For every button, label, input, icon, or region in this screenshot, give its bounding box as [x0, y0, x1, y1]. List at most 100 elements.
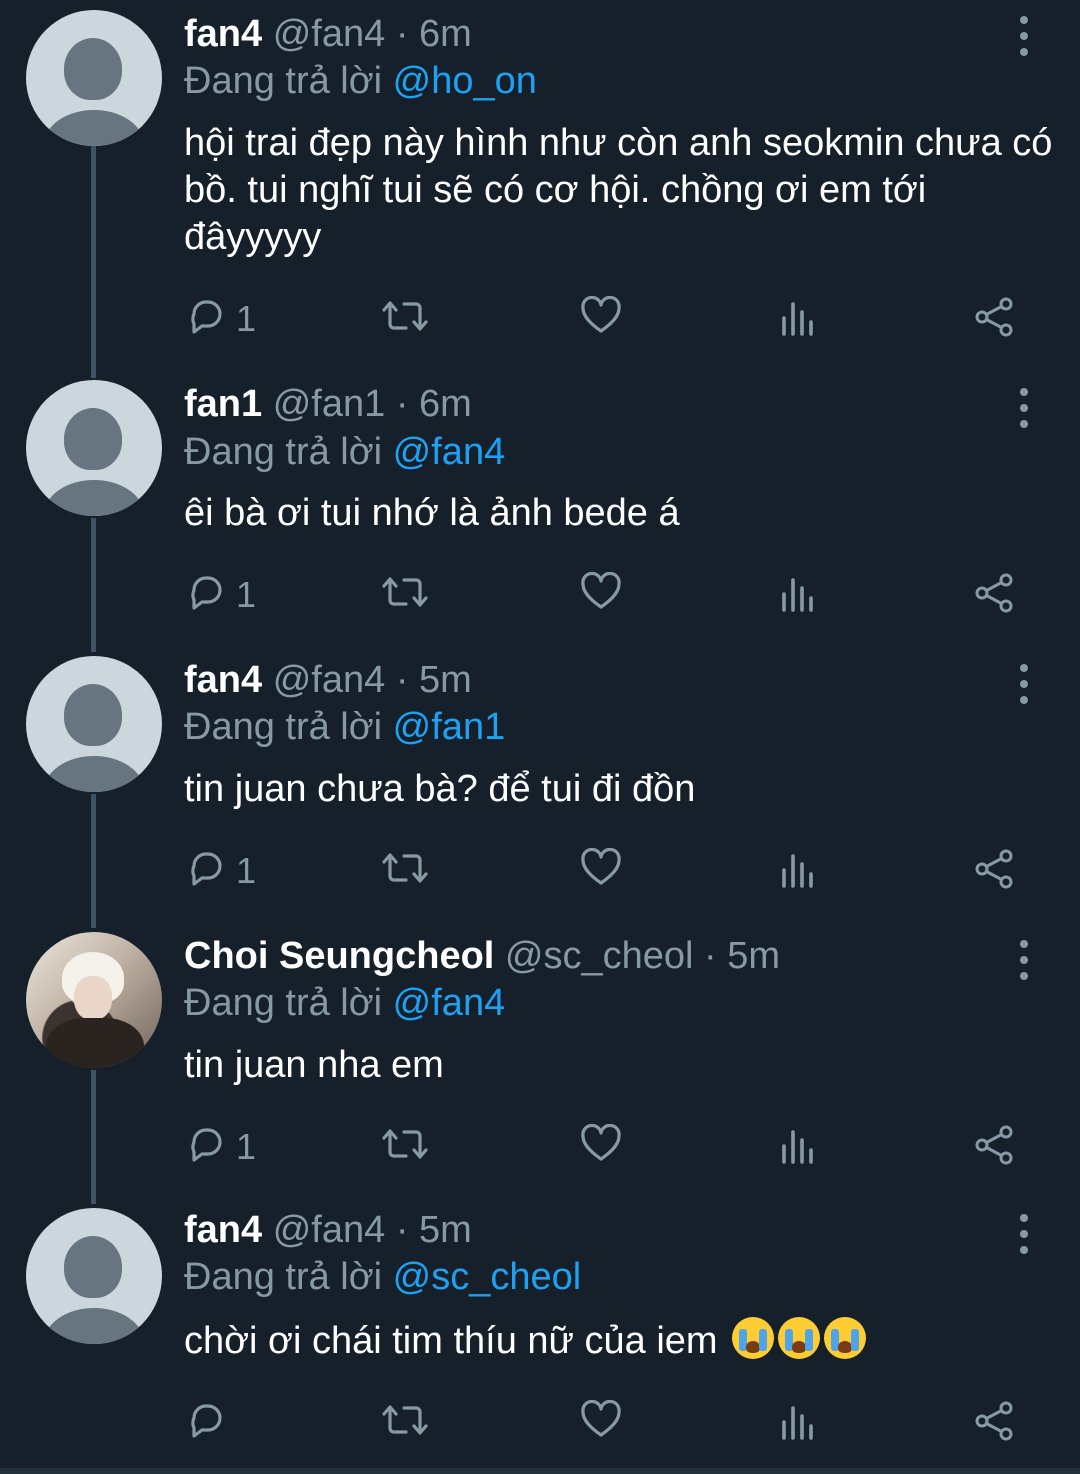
like-button[interactable]: [580, 844, 624, 894]
reply-icon: [191, 300, 222, 334]
avatar[interactable]: [26, 932, 162, 1068]
analytics-icon: [782, 1406, 813, 1440]
more-vertical-icon[interactable]: [1010, 1212, 1038, 1256]
reply-icon: [191, 1404, 222, 1438]
like-button[interactable]: [580, 1120, 624, 1170]
reply-icon: [191, 576, 222, 610]
reply-mention[interactable]: @fan4: [393, 982, 506, 1024]
analytics-icon: [782, 302, 813, 336]
reply-prefix: Đang trả lời: [184, 431, 383, 473]
reply-prefix: Đang trả lời: [184, 982, 383, 1024]
avatar[interactable]: [26, 380, 162, 516]
avatar[interactable]: [26, 1208, 162, 1344]
retweet-icon: [382, 853, 428, 883]
share-button[interactable]: [974, 292, 1016, 342]
reply-prefix: Đang trả lời: [184, 60, 383, 102]
reply-icon: [191, 852, 222, 886]
reply-count: 1: [236, 1126, 257, 1167]
share-icon: [975, 297, 1013, 337]
share-button[interactable]: [974, 1396, 1016, 1446]
user-handle[interactable]: @fan4: [273, 13, 386, 55]
share-icon: [975, 849, 1013, 889]
like-button[interactable]: [580, 1396, 624, 1446]
tweet[interactable]: fan4 @fan4 · 5m Đang trả lời @fan1 tin j…: [0, 648, 1080, 924]
display-name[interactable]: fan1: [184, 383, 262, 425]
analytics-icon: [782, 854, 813, 888]
reply-mention[interactable]: @fan1: [393, 706, 506, 748]
analytics-button[interactable]: [780, 1120, 816, 1170]
analytics-button[interactable]: [780, 568, 816, 618]
tweet-actions: 1: [0, 568, 1080, 618]
share-button[interactable]: [974, 568, 1016, 618]
timestamp: · 6m: [395, 383, 472, 425]
reply-mention[interactable]: @ho_on: [393, 60, 537, 102]
avatar[interactable]: [26, 10, 162, 146]
reply-mention[interactable]: @fan4: [393, 431, 506, 473]
divider: [0, 1468, 1080, 1474]
share-button[interactable]: [974, 844, 1016, 894]
display-name[interactable]: fan4: [184, 13, 262, 55]
share-icon: [975, 1125, 1013, 1165]
like-button[interactable]: [580, 292, 624, 342]
analytics-button[interactable]: [780, 1396, 816, 1446]
tweet-actions: 1: [0, 1120, 1080, 1170]
retweet-button[interactable]: [382, 568, 430, 618]
reply-mention[interactable]: @sc_cheol: [393, 1256, 582, 1298]
tweet[interactable]: Choi Seungcheol @sc_cheol · 5m Đang trả …: [0, 924, 1080, 1200]
tweet-actions: 1: [0, 844, 1080, 894]
display-name[interactable]: fan4: [184, 659, 262, 701]
share-icon: [975, 1401, 1013, 1441]
like-button[interactable]: [580, 568, 624, 618]
display-name[interactable]: fan4: [184, 1209, 262, 1251]
retweet-icon: [382, 1129, 428, 1159]
reply-button[interactable]: 1: [186, 292, 266, 342]
tweet[interactable]: fan4 @fan4 · 5m Đang trả lời @sc_cheol c…: [0, 1200, 1080, 1468]
user-handle[interactable]: @fan4: [273, 659, 386, 701]
share-icon: [975, 573, 1013, 613]
retweet-button[interactable]: [382, 1396, 430, 1446]
tweet-actions: 1: [0, 292, 1080, 342]
tweet-text-container: chời ơi chái tim thíu nữ của iem: [184, 1317, 1054, 1365]
tweet-text: hội trai đẹp này hình như còn anh seokmi…: [184, 122, 1053, 258]
loudly-crying-face-icon: [778, 1317, 821, 1359]
reply-button[interactable]: 1: [186, 1120, 266, 1170]
retweet-icon: [382, 301, 428, 331]
loudly-crying-face-icon: [824, 1317, 867, 1359]
timestamp: · 6m: [395, 13, 472, 55]
analytics-button[interactable]: [780, 292, 816, 342]
heart-icon: [581, 848, 621, 885]
user-handle[interactable]: @fan4: [273, 1209, 386, 1251]
user-handle[interactable]: @sc_cheol: [505, 935, 694, 977]
analytics-icon: [782, 578, 813, 612]
reply-button[interactable]: 1: [186, 568, 266, 618]
heart-icon: [581, 1400, 621, 1437]
timestamp: · 5m: [704, 935, 781, 977]
tweet[interactable]: fan1 @fan1 · 6m Đang trả lời @fan4 êi bà…: [0, 372, 1080, 648]
analytics-button[interactable]: [780, 844, 816, 894]
share-button[interactable]: [974, 1120, 1016, 1170]
retweet-button[interactable]: [382, 844, 430, 894]
reply-count: 1: [236, 850, 257, 891]
more-vertical-icon[interactable]: [1010, 386, 1038, 430]
reply-button[interactable]: 1: [186, 844, 266, 894]
more-vertical-icon[interactable]: [1010, 938, 1038, 982]
reply-button[interactable]: [186, 1396, 236, 1446]
retweet-button[interactable]: [382, 292, 430, 342]
tweet[interactable]: fan4 @fan4 · 6m Đang trả lời @ho_on hội …: [0, 0, 1080, 372]
tweet-text: chời ơi chái tim thíu nữ của iem: [184, 1320, 718, 1362]
loudly-crying-face-icon: [732, 1317, 775, 1359]
more-vertical-icon[interactable]: [1010, 14, 1038, 58]
retweet-icon: [382, 577, 428, 607]
reply-icon: [191, 1128, 222, 1162]
retweet-button[interactable]: [382, 1120, 430, 1170]
more-vertical-icon[interactable]: [1010, 662, 1038, 706]
user-handle[interactable]: @fan1: [273, 383, 386, 425]
reply-prefix: Đang trả lời: [184, 706, 383, 748]
reply-count: 1: [236, 574, 257, 615]
reply-prefix: Đang trả lời: [184, 1256, 383, 1298]
tweet-text: tin juan nha em: [184, 1044, 444, 1086]
display-name[interactable]: Choi Seungcheol: [184, 935, 494, 977]
timestamp: · 5m: [395, 1209, 472, 1251]
avatar[interactable]: [26, 656, 162, 792]
tweet-text: êi bà ơi tui nhớ là ảnh bede á: [184, 492, 680, 534]
